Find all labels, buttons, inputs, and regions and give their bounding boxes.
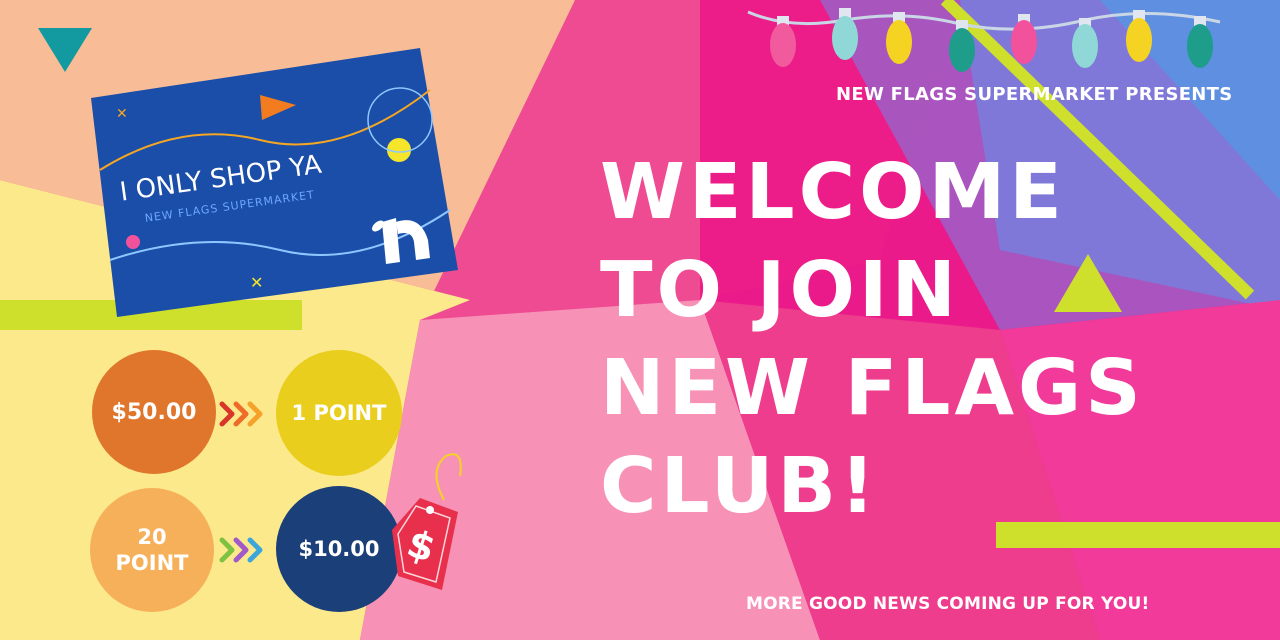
footer-text: MORE GOOD NEWS COMING UP FOR YOU! [746, 594, 1150, 614]
headline-line-1: WELCOME [600, 148, 1066, 237]
headline: WELCOME TO JOIN NEW FLAGS CLUB! [600, 144, 1145, 536]
headline-line-4: CLUB! [600, 442, 880, 531]
headline-line-2: TO JOIN [600, 246, 960, 335]
presents-text: NEW FLAGS SUPERMARKET PRESENTS [836, 84, 1233, 105]
headline-line-3: NEW FLAGS [600, 344, 1145, 433]
